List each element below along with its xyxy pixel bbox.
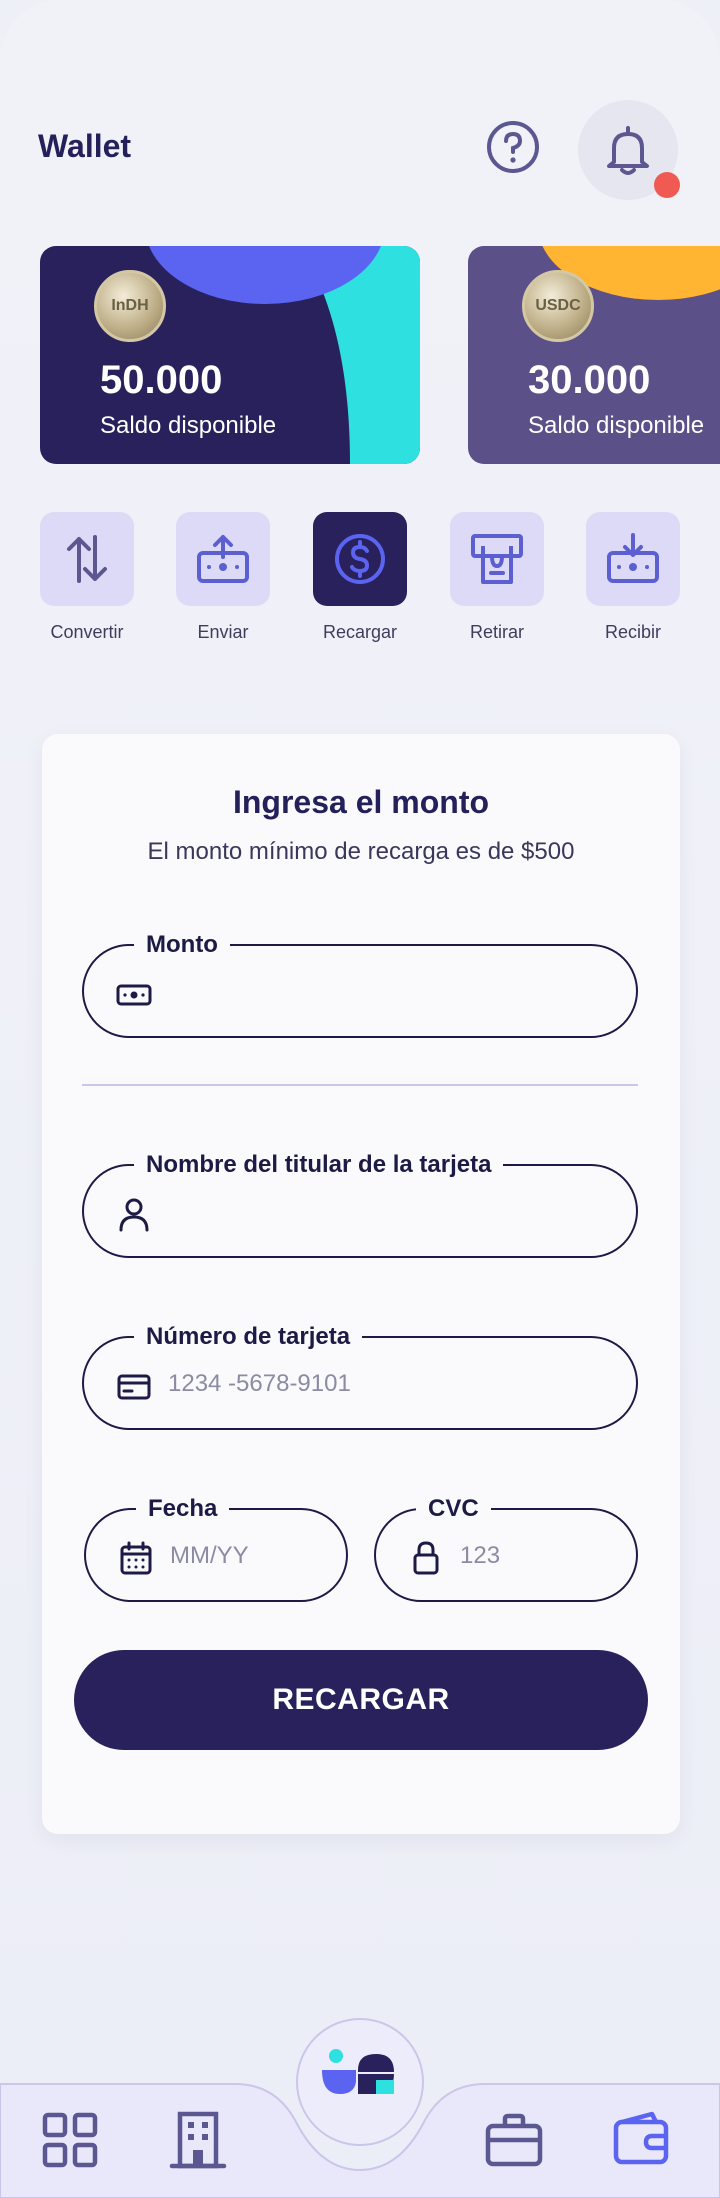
expiry-date-input[interactable] [170,1530,316,1582]
action-convertir[interactable]: Convertir [40,512,134,643]
credit-card-icon [117,1374,151,1400]
usdc-coin-icon: USDC [522,270,594,342]
grid-icon [42,2112,98,2168]
nav-institutions[interactable] [168,2110,228,2170]
atm-withdraw-icon [471,534,523,584]
receive-money-icon [607,533,659,583]
card-holder-input[interactable] [168,1186,606,1238]
card-holder-field[interactable]: Nombre del titular de la tarjeta [82,1150,638,1258]
expiry-date-field[interactable]: Fecha [84,1494,348,1602]
cvc-label: CVC [416,1494,491,1524]
question-circle-icon [487,121,539,173]
card-holder-label: Nombre del titular de la tarjeta [134,1150,504,1180]
action-recargar[interactable]: Recargar [313,512,407,643]
nav-portfolio[interactable] [484,2110,544,2170]
expiry-date-label: Fecha [136,1494,230,1524]
wallet-icon [613,2111,669,2165]
action-label: Recargar [322,622,398,642]
dollar-circle-icon [335,534,385,584]
action-label: Enviar [197,622,249,642]
amount-input[interactable] [168,966,606,1018]
action-label: Retirar [469,622,524,642]
swap-arrows-icon [67,535,107,583]
action-enviar[interactable]: Enviar [176,512,270,643]
header: Wallet [0,0,720,220]
balance-amount: 30.000 [528,358,651,402]
card-number-field[interactable]: Número de tarjeta [82,1322,638,1430]
balance-card-indh[interactable]: InDH 50.000 Saldo disponible [40,246,420,464]
balance-label: Saldo disponible [100,412,277,439]
balance-card-usdc[interactable]: USDC 30.000 Saldo disponible [468,246,720,464]
form-title: Ingresa el monto [232,784,490,820]
action-retirar[interactable]: Retirar [450,512,544,643]
amount-field[interactable]: Monto [82,930,638,1038]
user-icon [119,1198,149,1232]
amount-label: Monto [134,930,230,960]
notification-badge [654,172,680,198]
balance-label: Saldo disponible [528,412,705,439]
divider [82,1084,638,1086]
nav-home[interactable] [40,2110,100,2170]
help-button[interactable] [486,120,540,174]
briefcase-icon [485,2113,543,2167]
indh-coin-icon: InDH [94,270,166,342]
form-subtitle: El monto mínimo de recarga es de $500 [147,838,575,865]
action-label: Recibir [604,622,661,642]
recharge-button[interactable]: RECARGAR [74,1650,648,1750]
send-money-icon [197,535,249,583]
lock-icon [413,1541,439,1575]
calendar-icon [120,1541,152,1575]
app-logo-button[interactable] [296,2018,424,2146]
wallet-screen: Wallet InDH 50.000 Saldo disponible USDC… [0,0,720,2198]
card-number-input[interactable] [168,1358,606,1410]
cvc-input[interactable] [460,1530,606,1582]
page-title: Wallet [38,128,132,164]
cvc-field[interactable]: CVC [374,1494,638,1602]
cash-icon [116,984,152,1006]
balance-amount: 50.000 [100,358,223,402]
building-icon [169,2111,227,2169]
nav-wallet[interactable] [612,2110,672,2170]
recharge-form: Ingresa el monto El monto mínimo de reca… [42,734,680,1834]
card-number-label: Número de tarjeta [134,1322,363,1352]
bell-icon [607,126,649,175]
app-logo-icon [322,2049,394,2094]
action-recibir[interactable]: Recibir [586,512,680,643]
action-label: Convertir [50,622,124,642]
